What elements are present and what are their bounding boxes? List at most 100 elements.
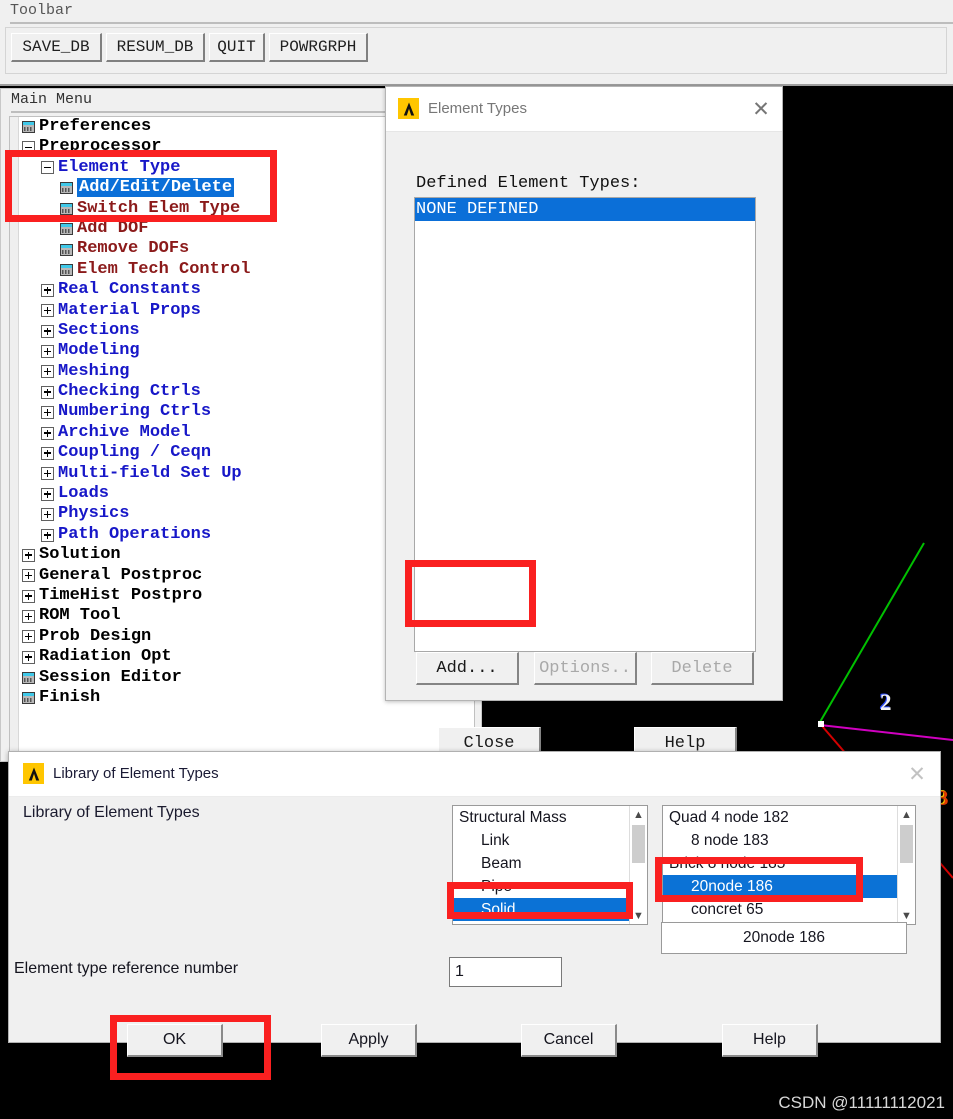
tree-item-label: Archive Model xyxy=(58,423,191,442)
library-title-text: Library of Element Types xyxy=(53,765,219,782)
ok-button[interactable]: OK xyxy=(127,1024,223,1057)
delete-button: Delete xyxy=(651,652,754,685)
tree-item-label: Loads xyxy=(58,484,109,503)
list-item[interactable]: 20node 186 xyxy=(663,875,898,898)
expand-plus-icon[interactable] xyxy=(41,304,54,317)
list-item[interactable]: Beam xyxy=(453,852,630,875)
expand-plus-icon[interactable] xyxy=(41,467,54,480)
expand-plus-icon[interactable] xyxy=(22,549,35,562)
expand-plus-icon[interactable] xyxy=(41,345,54,358)
toolbar-button-quit[interactable]: QUIT xyxy=(209,33,265,62)
chevron-down-icon[interactable]: ▼ xyxy=(630,907,647,924)
list-item[interactable]: Quad 4 node 182 xyxy=(663,806,898,829)
chevron-up-icon[interactable]: ▲ xyxy=(630,806,647,823)
tree-item-label: Add DOF xyxy=(77,219,148,238)
expand-plus-icon[interactable] xyxy=(22,651,35,664)
tree-item-label: Preferences xyxy=(39,117,151,136)
tree-item-label: Physics xyxy=(58,504,129,523)
expand-plus-icon[interactable] xyxy=(41,325,54,338)
defined-element-types-list[interactable]: NONE DEFINED xyxy=(414,197,756,652)
element-type-reference-number-label: Element type reference number xyxy=(14,960,238,978)
tree-item-label: Coupling / Ceqn xyxy=(58,443,211,462)
tree-item-label: Checking Ctrls xyxy=(58,382,201,401)
tree-item-label: Sections xyxy=(58,321,140,340)
tree-item-label: Modeling xyxy=(58,341,140,360)
element-types-title-text: Element Types xyxy=(428,100,527,117)
help-button[interactable]: Help xyxy=(722,1024,818,1057)
dialog-icon xyxy=(60,244,73,256)
close-icon[interactable]: ✕ xyxy=(900,759,934,789)
list-item[interactable]: Structural Mass xyxy=(453,806,630,829)
add-button[interactable]: Add... xyxy=(416,652,519,685)
selected-element-type-display: 20node 186 xyxy=(661,922,907,954)
type-list-scrollbar[interactable]: ▲ ▼ xyxy=(897,806,915,924)
tree-item-label: Path Operations xyxy=(58,525,211,544)
dialog-icon xyxy=(22,672,35,684)
collapse-minus-icon[interactable] xyxy=(22,141,35,154)
list-item[interactable]: Brick 8 node 185 xyxy=(663,852,898,875)
tree-item-label: Multi-field Set Up xyxy=(58,464,242,483)
list-item[interactable]: Shell xyxy=(453,921,630,925)
watermark: CSDN @11111112021 xyxy=(778,1093,945,1113)
dialog-icon xyxy=(60,203,73,215)
list-item[interactable]: NONE DEFINED xyxy=(415,198,755,221)
expand-plus-icon[interactable] xyxy=(41,529,54,542)
element-category-list[interactable]: Structural MassLinkBeamPipeSolidShell ▲ … xyxy=(452,805,648,925)
tree-item-label: Real Constants xyxy=(58,280,201,299)
collapse-minus-icon[interactable] xyxy=(41,161,54,174)
library-heading: Library of Element Types xyxy=(23,804,200,822)
toolbar-button-powrgrph[interactable]: POWRGRPH xyxy=(269,33,368,62)
tree-item-label: Switch Elem Type xyxy=(77,199,240,218)
library-of-element-types-dialog: Library of Element Types ✕ Library of El… xyxy=(8,751,941,1043)
tree-item-label: Elem Tech Control xyxy=(77,260,250,279)
tree-item-label: Prob Design xyxy=(39,627,151,646)
close-icon[interactable]: ✕ xyxy=(744,94,778,124)
dialog-icon xyxy=(22,692,35,704)
list-item[interactable]: Pipe xyxy=(453,875,630,898)
element-type-list[interactable]: Quad 4 node 1828 node 183Brick 8 node 18… xyxy=(662,805,916,925)
list-item[interactable]: Link xyxy=(453,829,630,852)
library-titlebar: Library of Element Types ✕ xyxy=(9,752,940,797)
tree-item-label: Radiation Opt xyxy=(39,647,172,666)
options-button: Options.. xyxy=(534,652,637,685)
element-types-dialog: Element Types ✕ Defined Element Types: N… xyxy=(385,86,783,701)
tree-item-label: Solution xyxy=(39,545,121,564)
expand-plus-icon[interactable] xyxy=(41,284,54,297)
expand-plus-icon[interactable] xyxy=(22,630,35,643)
tree-item-label: Add/Edit/Delete xyxy=(77,178,234,197)
element-type-reference-number-input[interactable]: 1 xyxy=(449,957,562,987)
chevron-up-icon[interactable]: ▲ xyxy=(898,806,915,823)
expand-plus-icon[interactable] xyxy=(41,386,54,399)
expand-plus-icon[interactable] xyxy=(41,488,54,501)
defined-element-types-label: Defined Element Types: xyxy=(416,174,640,193)
dialog-icon xyxy=(22,121,35,133)
expand-plus-icon[interactable] xyxy=(41,365,54,378)
list-item[interactable]: Solid xyxy=(453,898,630,921)
tree-item-label: TimeHist Postpro xyxy=(39,586,202,605)
dialog-icon xyxy=(60,182,73,194)
expand-plus-icon[interactable] xyxy=(22,590,35,603)
apply-button[interactable]: Apply xyxy=(321,1024,417,1057)
cancel-button[interactable]: Cancel xyxy=(521,1024,617,1057)
expand-plus-icon[interactable] xyxy=(41,508,54,521)
scroll-thumb[interactable] xyxy=(632,825,645,863)
category-list-scrollbar[interactable]: ▲ ▼ xyxy=(629,806,647,924)
ansys-logo-icon xyxy=(23,763,44,784)
tree-item-label: Preprocessor xyxy=(39,137,161,156)
list-item[interactable]: 8 node 183 xyxy=(663,829,898,852)
dialog-icon xyxy=(60,223,73,235)
expand-plus-icon[interactable] xyxy=(41,406,54,419)
toolbar-button-row: SAVE_DBRESUM_DBQUITPOWRGRPH xyxy=(5,27,947,74)
expand-plus-icon[interactable] xyxy=(22,569,35,582)
expand-plus-icon[interactable] xyxy=(41,427,54,440)
expand-plus-icon[interactable] xyxy=(22,610,35,623)
toolbar-button-resum_db[interactable]: RESUM_DB xyxy=(106,33,205,62)
scroll-thumb[interactable] xyxy=(900,825,913,863)
toolbar-button-save_db[interactable]: SAVE_DB xyxy=(11,33,102,62)
list-item[interactable]: concret 65 xyxy=(663,898,898,921)
tree-item-label: Numbering Ctrls xyxy=(58,402,211,421)
ansys-logo-icon xyxy=(398,98,419,119)
expand-plus-icon[interactable] xyxy=(41,447,54,460)
toolbar-title: Toolbar xyxy=(10,2,953,24)
tree-item-label: General Postproc xyxy=(39,566,202,585)
